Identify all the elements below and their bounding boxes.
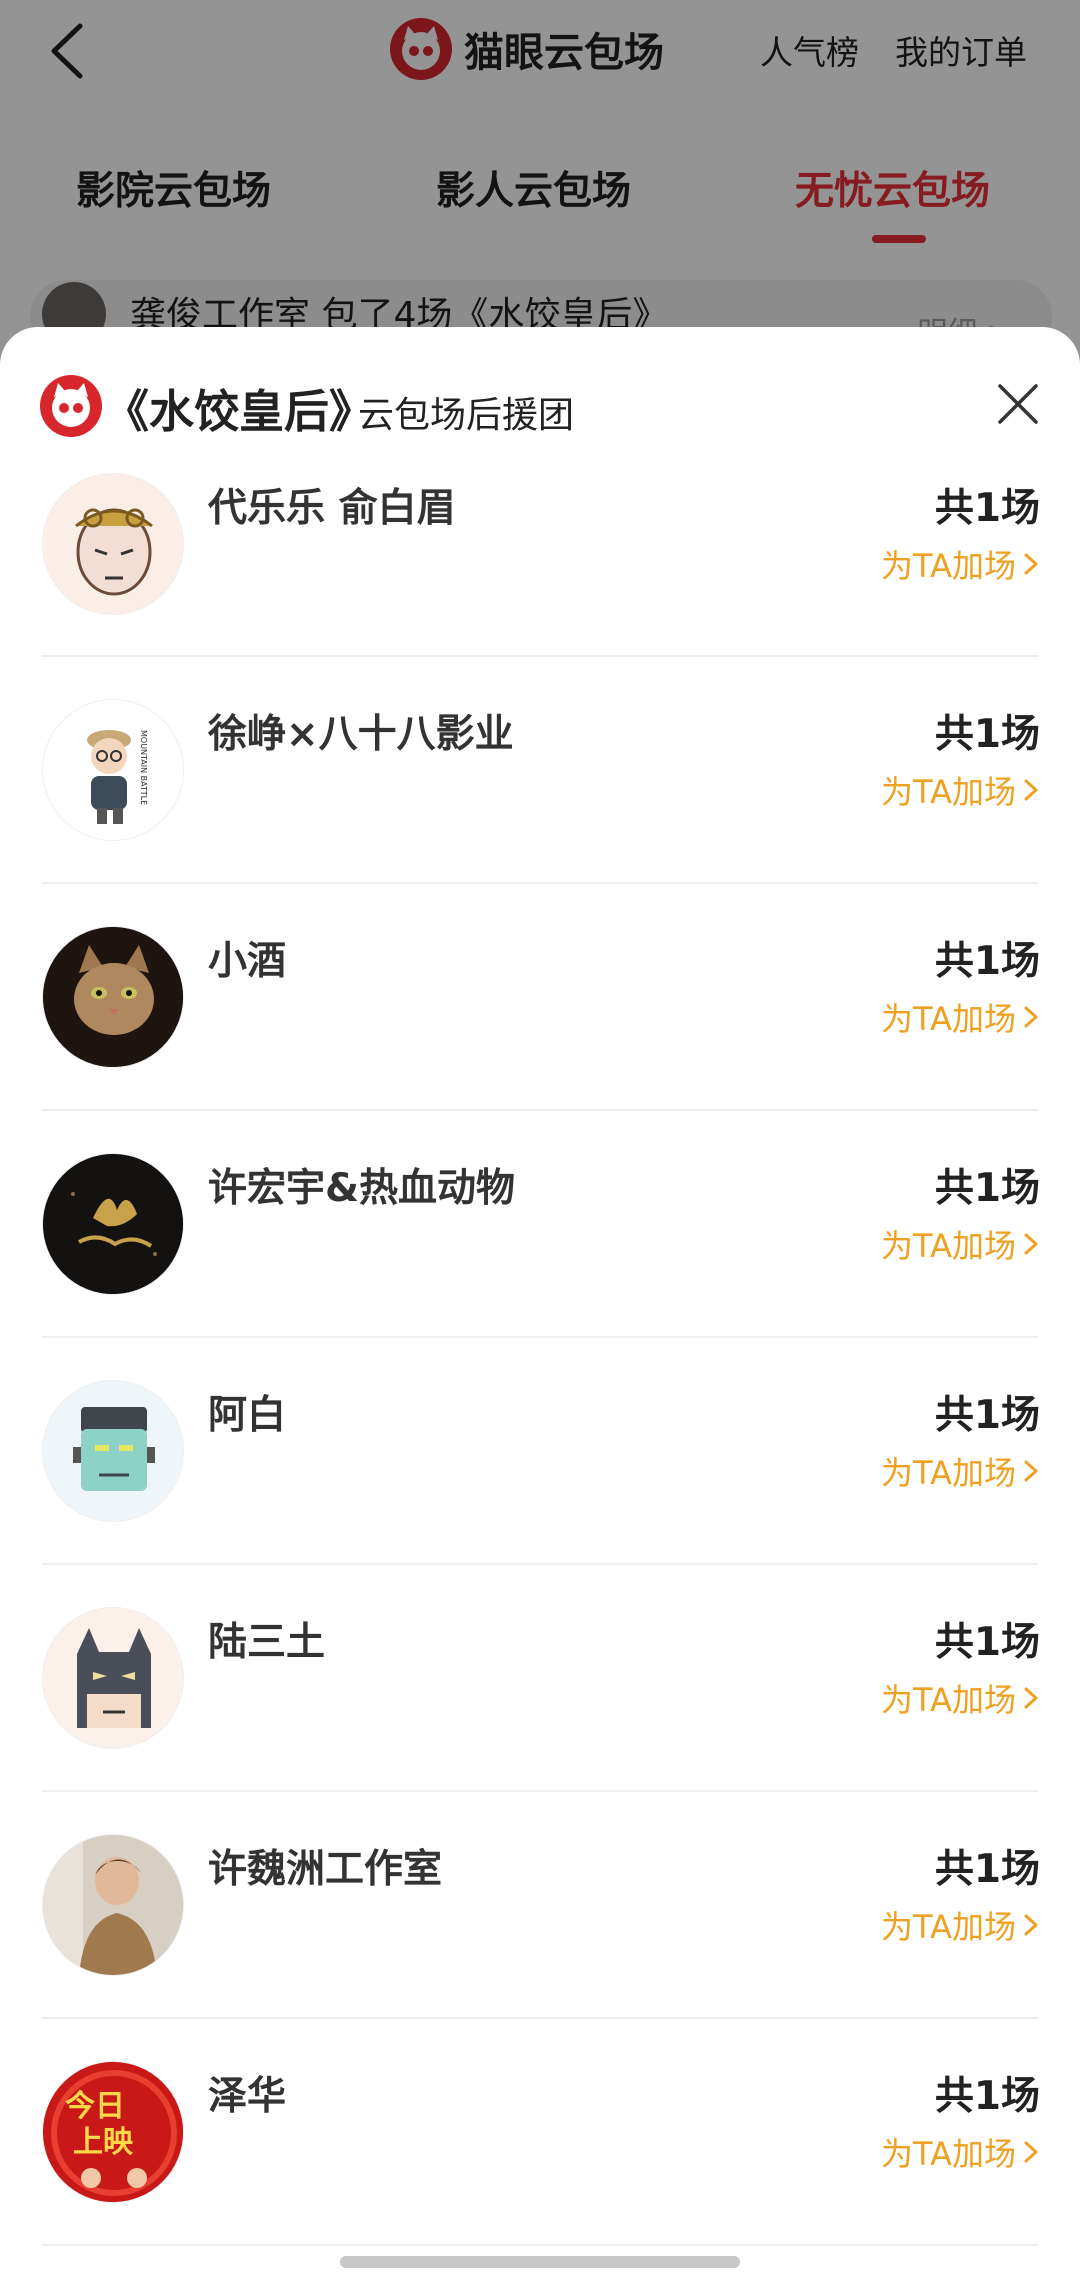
supporter-count: 共1场 bbox=[934, 1393, 1040, 1438]
supporter-row[interactable]: 阿白 共1场 为TA加场 bbox=[0, 1338, 1080, 1565]
add-screening-link[interactable]: 为TA加场 bbox=[881, 2129, 1040, 2175]
divider bbox=[42, 2244, 1038, 2246]
add-screening-label: 为TA加场 bbox=[881, 1454, 1016, 1492]
supporter-row[interactable]: 今日 上映 泽华 共1场 为TA加场 bbox=[0, 2019, 1080, 2246]
chevron-right-icon bbox=[1024, 2141, 1038, 2163]
supporter-count: 共1场 bbox=[934, 712, 1040, 757]
cat-photo-avatar bbox=[42, 926, 184, 1068]
supporter-name: 代乐乐 俞白眉 bbox=[208, 486, 456, 531]
supporter-name: 许魏洲工作室 bbox=[208, 1847, 443, 1892]
supporter-name: 陆三土 bbox=[208, 1620, 326, 1665]
chevron-right-icon bbox=[1024, 1687, 1038, 1709]
frankenstein-avatar bbox=[42, 1380, 184, 1522]
add-screening-link[interactable]: 为TA加场 bbox=[881, 1675, 1040, 1721]
chevron-right-icon bbox=[1024, 1914, 1038, 1936]
chevron-right-icon bbox=[1024, 553, 1038, 575]
chevron-right-icon bbox=[1024, 1006, 1038, 1028]
chevron-right-icon bbox=[1024, 1233, 1038, 1255]
supporter-row[interactable]: 小酒 共1场 为TA加场 bbox=[0, 884, 1080, 1111]
portrait-photo-avatar bbox=[42, 1834, 184, 1976]
supporter-row[interactable]: 代乐乐 俞白眉 共1场 为TA加场 bbox=[0, 467, 1080, 657]
add-screening-label: 为TA加场 bbox=[881, 1000, 1016, 1038]
supporter-row[interactable]: 许魏洲工作室 共1场 为TA加场 bbox=[0, 1792, 1080, 2019]
add-screening-link[interactable]: 为TA加场 bbox=[881, 541, 1040, 587]
supporters-list: 代乐乐 俞白眉 共1场 为TA加场 MOUNTAIN BATTLE 徐峥×八十八… bbox=[0, 467, 1080, 2246]
add-screening-link[interactable]: 为TA加场 bbox=[881, 767, 1040, 813]
close-button[interactable] bbox=[990, 376, 1046, 432]
sheet-subtitle: 云包场后援团 bbox=[358, 395, 575, 436]
maoyan-logo-icon bbox=[40, 375, 102, 437]
add-screening-link[interactable]: 为TA加场 bbox=[881, 1448, 1040, 1494]
close-icon bbox=[998, 384, 1038, 424]
add-screening-label: 为TA加场 bbox=[881, 1681, 1016, 1719]
supporter-name: 许宏宇&热血动物 bbox=[208, 1166, 516, 1211]
add-screening-label: 为TA加场 bbox=[881, 1227, 1016, 1265]
supporter-row[interactable]: 许宏宇&热血动物 共1场 为TA加场 bbox=[0, 1111, 1080, 1338]
supporter-row[interactable]: MOUNTAIN BATTLE 徐峥×八十八影业 共1场 为TA加场 bbox=[0, 657, 1080, 884]
add-screening-link[interactable]: 为TA加场 bbox=[881, 994, 1040, 1040]
add-screening-label: 为TA加场 bbox=[881, 547, 1016, 585]
batman-avatar bbox=[42, 1607, 184, 1749]
supporter-count: 共1场 bbox=[934, 1847, 1040, 1892]
gold-logo-avatar bbox=[42, 1153, 184, 1295]
home-indicator[interactable] bbox=[340, 2256, 740, 2268]
supporter-name: 阿白 bbox=[208, 1393, 287, 1438]
supporter-count: 共1场 bbox=[934, 939, 1040, 984]
add-screening-label: 为TA加场 bbox=[881, 1908, 1016, 1946]
supporter-count: 共1场 bbox=[934, 1620, 1040, 1665]
supporter-count: 共1场 bbox=[934, 2074, 1040, 2119]
supporter-name: 小酒 bbox=[208, 939, 287, 984]
svg-text:MOUNTAIN BATTLE: MOUNTAIN BATTLE bbox=[139, 730, 148, 805]
sheet-title: 《水饺皇后》 bbox=[104, 385, 375, 438]
supporter-count: 共1场 bbox=[934, 486, 1040, 531]
monkey-king-avatar bbox=[42, 473, 184, 615]
chevron-right-icon bbox=[1024, 1460, 1038, 1482]
supporter-name: 泽华 bbox=[208, 2074, 287, 2119]
add-screening-label: 为TA加场 bbox=[881, 773, 1016, 811]
add-screening-label: 为TA加场 bbox=[881, 2135, 1016, 2173]
add-screening-link[interactable]: 为TA加场 bbox=[881, 1902, 1040, 1948]
chevron-right-icon bbox=[1024, 779, 1038, 801]
sheet-header: 《水饺皇后》 云包场后援团 bbox=[0, 327, 1080, 457]
supporters-sheet: 《水饺皇后》 云包场后援团 代乐乐 俞白眉 共1场 为TA加场 MOUNTAIN… bbox=[0, 327, 1080, 2285]
cartoon-man-avatar: MOUNTAIN BATTLE bbox=[42, 699, 184, 841]
add-screening-link[interactable]: 为TA加场 bbox=[881, 1221, 1040, 1267]
supporter-row[interactable]: 陆三土 共1场 为TA加场 bbox=[0, 1565, 1080, 1792]
svg-text:今日: 今日 bbox=[65, 2089, 125, 2124]
svg-text:上映: 上映 bbox=[73, 2125, 133, 2160]
supporter-count: 共1场 bbox=[934, 1166, 1040, 1211]
supporter-name: 徐峥×八十八影业 bbox=[208, 712, 514, 757]
red-poster-avatar: 今日 上映 bbox=[42, 2061, 184, 2203]
